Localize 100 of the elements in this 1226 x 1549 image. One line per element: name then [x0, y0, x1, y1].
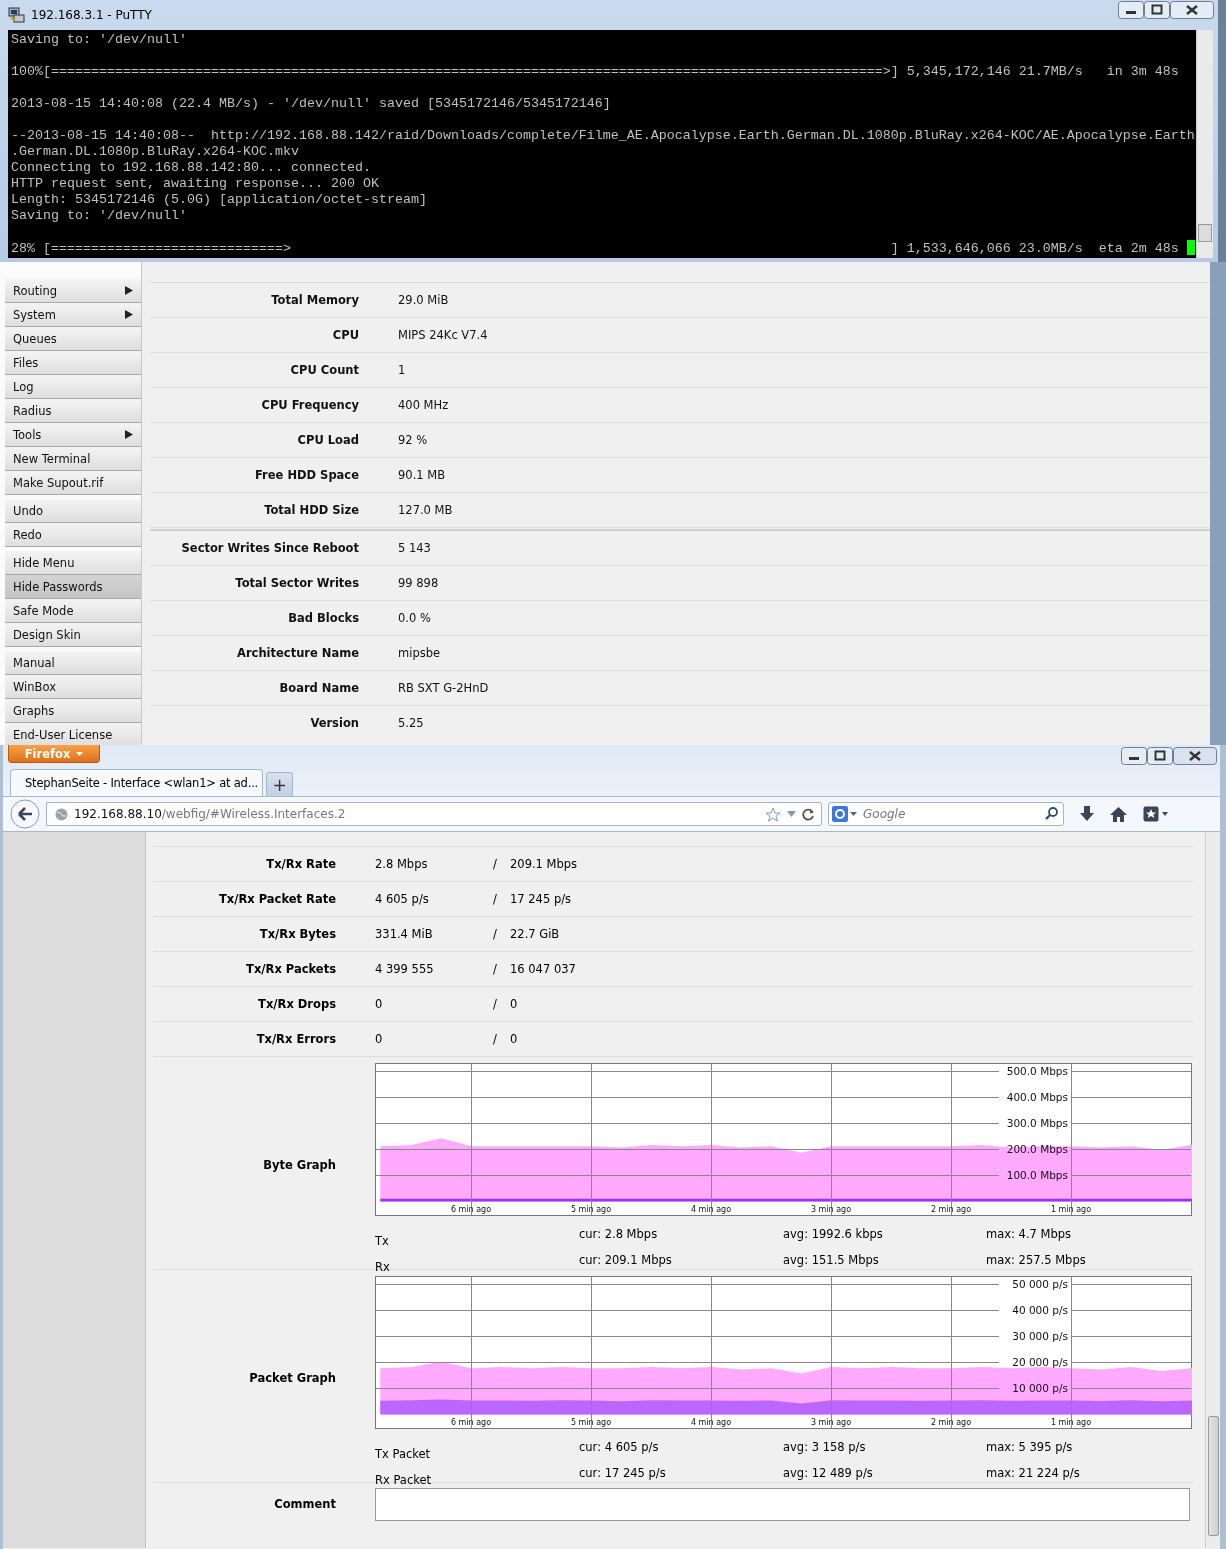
terminal-line: HTTP request sent, awaiting response... 200 OK	[11, 176, 379, 191]
field-value: 400 MHz	[398, 398, 449, 412]
menu-item[interactable]: Make Supout.rif	[5, 471, 141, 495]
field-label: Tx/Rx Errors	[255, 1032, 336, 1046]
minimize-button[interactable]	[1121, 747, 1147, 765]
y-tick-label: 20 000 p/s	[1012, 1356, 1068, 1368]
menu-item[interactable]: Files	[5, 351, 141, 375]
back-button[interactable]	[10, 799, 40, 829]
menu-item[interactable]: Hide Passwords	[5, 575, 141, 599]
menu-item[interactable]: End-User License	[5, 723, 141, 745]
menu-item[interactable]: New Terminal	[5, 447, 141, 471]
terminal-line: 100%[========================================================================================================>] 5,345,172,146 21.7MB/s in 3m 48s	[11, 64, 1179, 79]
field-label: Byte Graph	[262, 1158, 336, 1172]
field-value: 0.0 %	[398, 611, 431, 625]
separator: /	[493, 857, 498, 871]
computer-icon	[8, 7, 25, 23]
menu-item[interactable]: Graphs	[5, 699, 141, 723]
legend-value: max: 4.7 Mbps	[986, 1227, 1073, 1241]
field-value: MIPS 24Kc V7.4	[398, 328, 488, 342]
new-tab-button[interactable]: +	[266, 772, 293, 796]
x-tick-label: 4 min ago	[690, 1418, 732, 1427]
download-icon[interactable]	[1080, 806, 1094, 822]
field-value: 0	[510, 997, 518, 1011]
menu-item[interactable]: Queues	[5, 327, 141, 351]
field-value: 4 605 p/s	[375, 892, 430, 906]
field-label: CPU Count	[289, 363, 359, 377]
terminal-line: Connecting to 192.168.88.142:80... connected.	[11, 160, 371, 175]
search-icon[interactable]	[1045, 807, 1058, 820]
minimize-button[interactable]	[1118, 1, 1144, 19]
field-value: 99 898	[398, 576, 439, 590]
menu-item[interactable]: WinBox	[5, 675, 141, 699]
close-button[interactable]	[1173, 747, 1217, 765]
menu-item[interactable]: Manual	[5, 651, 141, 675]
scrollbar[interactable]	[1205, 832, 1220, 1548]
scrollbar[interactable]	[1196, 30, 1213, 258]
home-icon[interactable]	[1110, 806, 1127, 822]
field-value: 0	[375, 997, 384, 1011]
y-tick-label: 500.0 Mbps	[1006, 1065, 1068, 1077]
menu-item[interactable]: System	[5, 303, 141, 327]
close-button[interactable]	[1170, 1, 1214, 19]
field-label: CPU	[331, 328, 359, 342]
field-value: RB SXT G-2HnD	[398, 681, 489, 695]
caret-icon[interactable]	[787, 811, 796, 817]
separator: /	[493, 1032, 498, 1046]
menu-item[interactable]: Radius	[5, 399, 141, 423]
browser-tab[interactable]: StephanSeite - Interface <wlan1> at ad...	[10, 769, 263, 796]
y-tick-label: 200.0 Mbps	[1006, 1143, 1068, 1155]
field-label: Tx/Rx Rate	[265, 857, 336, 871]
field-value: 5.25	[398, 716, 424, 730]
field-value: 22.7 GiB	[510, 927, 560, 941]
terminal-line: Saving to: '/dev/null'	[11, 208, 187, 223]
search-field[interactable]: Google	[828, 802, 1064, 826]
menu-item[interactable]: Undo	[5, 499, 141, 523]
y-tick-label: 50 000 p/s	[1012, 1278, 1068, 1290]
y-tick-label: 10 000 p/s	[1012, 1382, 1068, 1394]
legend-value: cur: 17 245 p/s	[579, 1466, 667, 1480]
caret-icon[interactable]	[850, 812, 857, 816]
menu-item[interactable]: Routing	[5, 279, 141, 303]
y-tick-label: 40 000 p/s	[1012, 1304, 1068, 1316]
submenu-arrow-icon	[125, 286, 133, 295]
terminal-line: .German.DL.1080p.BluRay.x264-KOC.mkv	[11, 144, 299, 159]
menu-item[interactable]: Redo	[5, 523, 141, 547]
field-label: CPU Load	[296, 433, 359, 447]
y-tick-label: 400.0 Mbps	[1006, 1091, 1068, 1103]
reload-icon[interactable]	[802, 807, 815, 821]
menu-item[interactable]: Hide Menu	[5, 551, 141, 575]
field-value: 17 245 p/s	[510, 892, 572, 906]
menu-item[interactable]: Safe Mode	[5, 599, 141, 623]
globe-icon	[55, 807, 68, 821]
legend-value: avg: 12 489 p/s	[783, 1466, 874, 1480]
terminal-line: Length: 5345172146 (5.0G) [application/octet-stream]	[11, 192, 427, 207]
legend-value: max: 21 224 p/s	[986, 1466, 1081, 1480]
cursor	[1186, 240, 1195, 255]
submenu-arrow-icon	[125, 430, 133, 439]
legend-value: avg: 1992.6 kbps	[783, 1227, 884, 1241]
menu-item[interactable]: Tools	[5, 423, 141, 447]
address-bar[interactable]: 192.168.88.10/webfig/#Wireless.Interfaces.2	[46, 802, 822, 826]
x-tick-label: 4 min ago	[690, 1205, 732, 1214]
bookmarks-icon[interactable]	[1143, 806, 1169, 822]
field-label: Board Name	[278, 681, 359, 695]
field-label: Comment	[273, 1497, 336, 1511]
window-title: 192.168.3.1 - PuTTY	[31, 8, 152, 22]
field-value: 127.0 MB	[398, 503, 453, 517]
comment-field[interactable]	[375, 1487, 1190, 1521]
maximize-button[interactable]	[1147, 747, 1173, 765]
star-icon[interactable]	[765, 806, 781, 822]
legend-value: cur: 4 605 p/s	[579, 1440, 660, 1454]
x-tick-label: 2 min ago	[930, 1205, 972, 1214]
x-tick-label: 6 min ago	[450, 1205, 492, 1214]
x-tick-label: 3 min ago	[810, 1205, 852, 1214]
field-label: Total HDD Size	[263, 503, 359, 517]
field-label: Architecture Name	[236, 646, 359, 660]
separator: /	[493, 997, 498, 1011]
menu-item[interactable]: Log	[5, 375, 141, 399]
menu-item[interactable]: Design Skin	[5, 623, 141, 647]
separator: /	[493, 927, 498, 941]
legend-value: cur: 2.8 Mbps	[579, 1227, 659, 1241]
field-value: 331.4 MiB	[375, 927, 434, 941]
maximize-button[interactable]	[1144, 1, 1170, 19]
field-label: Tx/Rx Packet Rate	[218, 892, 336, 906]
